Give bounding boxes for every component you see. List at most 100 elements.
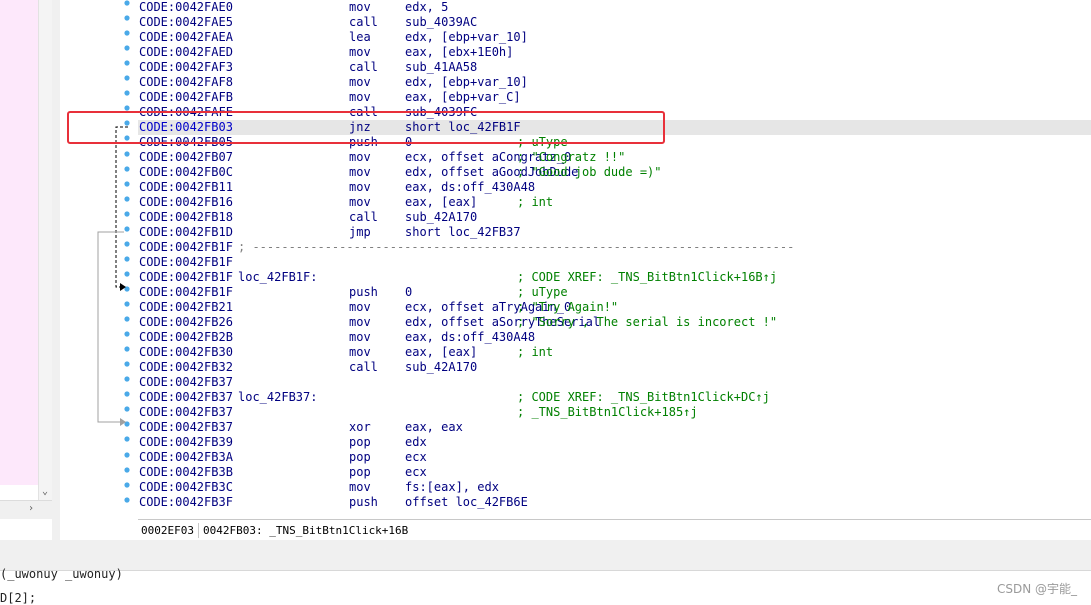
code-line[interactable]: CODE:0042FB11 mov eax, ds:off_430A48 (138, 180, 1091, 195)
line-address[interactable]: CODE:0042FB3C (139, 480, 233, 495)
instruction-operands[interactable]: edx, [ebp+var_10] (405, 75, 528, 90)
instruction-operands[interactable]: eax, ds:off_430A48 (405, 330, 535, 345)
line-address[interactable]: CODE:0042FB1D (139, 225, 233, 240)
instruction-operands[interactable]: fs:[eax], edx (405, 480, 499, 495)
line-address[interactable]: CODE:0042FB3F (139, 495, 233, 510)
code-line[interactable]: CODE:0042FAE0 mov edx, 5 (138, 0, 1091, 15)
code-line[interactable]: CODE:0042FB1F ; -------------------------… (138, 240, 1091, 255)
code-line[interactable]: CODE:0042FB0C mov edx, offset aGoodJobDude… (138, 165, 1091, 180)
code-label[interactable]: loc_42FB1F: (238, 270, 317, 285)
instruction-mnemonic[interactable]: xor (349, 420, 371, 435)
line-address[interactable]: CODE:0042FB37 (139, 390, 233, 405)
instruction-mnemonic[interactable]: mov (349, 45, 371, 60)
instruction-operands[interactable]: sub_41AA58 (405, 60, 477, 75)
instruction-mnemonic[interactable]: call (349, 210, 378, 225)
line-address[interactable]: CODE:0042FB30 (139, 345, 233, 360)
instruction-mnemonic[interactable]: lea (349, 30, 371, 45)
code-line[interactable]: CODE:0042FB26 mov edx, offset aSorryTheSer… (138, 315, 1091, 330)
code-line[interactable]: CODE:0042FB39 pop edx (138, 435, 1091, 450)
instruction-mnemonic[interactable]: mov (349, 90, 371, 105)
line-address[interactable]: CODE:0042FB32 (139, 360, 233, 375)
instruction-mnemonic[interactable]: mov (349, 195, 371, 210)
line-address[interactable]: CODE:0042FB21 (139, 300, 233, 315)
instruction-operands[interactable]: sub_4039AC (405, 15, 477, 30)
code-line[interactable]: CODE:0042FB1F loc_42FB1F: ; CODE XREF: _TN… (138, 270, 1091, 285)
code-label[interactable]: loc_42FB37: (238, 390, 317, 405)
chevron-right-icon[interactable]: › (24, 501, 38, 517)
instruction-mnemonic[interactable]: call (349, 60, 378, 75)
code-line[interactable]: CODE:0042FB3A pop ecx (138, 450, 1091, 465)
instruction-mnemonic[interactable]: mov (349, 165, 371, 180)
line-address[interactable]: CODE:0042FB37 (139, 420, 233, 435)
instruction-operands[interactable]: sub_42A170 (405, 360, 477, 375)
instruction-operands[interactable]: 0 (405, 285, 412, 300)
code-line[interactable]: CODE:0042FB3B pop ecx (138, 465, 1091, 480)
chevron-down-icon[interactable]: ⌄ (38, 485, 52, 499)
line-address[interactable]: CODE:0042FB0C (139, 165, 233, 180)
line-address[interactable]: CODE:0042FB16 (139, 195, 233, 210)
instruction-operands[interactable]: offset loc_42FB6E (405, 495, 528, 510)
instruction-mnemonic[interactable]: mov (349, 345, 371, 360)
code-line[interactable]: CODE:0042FB21 mov ecx, offset aTryAgain_0;… (138, 300, 1091, 315)
instruction-mnemonic[interactable]: mov (349, 330, 371, 345)
line-address[interactable]: CODE:0042FAED (139, 45, 233, 60)
line-address[interactable]: CODE:0042FAE0 (139, 0, 233, 15)
code-line[interactable]: CODE:0042FB37 xor eax, eax (138, 420, 1091, 435)
code-line[interactable]: CODE:0042FB2B mov eax, ds:off_430A48 (138, 330, 1091, 345)
line-address[interactable]: CODE:0042FB2B (139, 330, 233, 345)
code-line[interactable]: CODE:0042FAF3 call sub_41AA58 (138, 60, 1091, 75)
line-address[interactable]: CODE:0042FB07 (139, 150, 233, 165)
instruction-mnemonic[interactable]: jmp (349, 225, 371, 240)
instruction-operands[interactable]: eax, [eax] (405, 345, 477, 360)
code-line[interactable]: CODE:0042FB18 call sub_42A170 (138, 210, 1091, 225)
instruction-operands[interactable]: edx, [ebp+var_10] (405, 30, 528, 45)
splitter[interactable] (52, 0, 60, 540)
instruction-mnemonic[interactable]: mov (349, 150, 371, 165)
line-address[interactable]: CODE:0042FAF8 (139, 75, 233, 90)
instruction-mnemonic[interactable]: mov (349, 480, 371, 495)
line-address[interactable]: CODE:0042FB11 (139, 180, 233, 195)
code-line[interactable]: CODE:0042FB37 (138, 375, 1091, 390)
instruction-mnemonic[interactable]: mov (349, 0, 371, 15)
instruction-operands[interactable]: edx, 5 (405, 0, 448, 15)
instruction-operands[interactable]: eax, ds:off_430A48 (405, 180, 535, 195)
instruction-operands[interactable]: ecx (405, 450, 427, 465)
line-address[interactable]: CODE:0042FB26 (139, 315, 233, 330)
line-address[interactable]: CODE:0042FB37 (139, 375, 233, 390)
line-address[interactable]: CODE:0042FB1F (139, 285, 233, 300)
code-line[interactable]: CODE:0042FAFB mov eax, [ebp+var_C] (138, 90, 1091, 105)
line-address[interactable]: CODE:0042FB37 (139, 405, 233, 420)
line-address[interactable]: CODE:0042FAEA (139, 30, 233, 45)
instruction-operands[interactable]: short loc_42FB37 (405, 225, 521, 240)
instruction-mnemonic[interactable]: pop (349, 450, 371, 465)
code-line[interactable]: CODE:0042FB37 loc_42FB37: ; CODE XREF: _TN… (138, 390, 1091, 405)
line-address[interactable]: CODE:0042FAFB (139, 90, 233, 105)
instruction-mnemonic[interactable]: mov (349, 300, 371, 315)
instruction-operands[interactable]: eax, [ebp+var_C] (405, 90, 521, 105)
instruction-mnemonic[interactable]: call (349, 360, 378, 375)
code-line[interactable]: CODE:0042FAF8 mov edx, [ebp+var_10] (138, 75, 1091, 90)
code-line[interactable]: CODE:0042FB07 mov ecx, offset aCongratz_0;… (138, 150, 1091, 165)
instruction-mnemonic[interactable]: pop (349, 435, 371, 450)
code-line[interactable]: CODE:0042FB3C mov fs:[eax], edx (138, 480, 1091, 495)
instruction-mnemonic[interactable]: call (349, 15, 378, 30)
code-line[interactable]: CODE:0042FAED mov eax, [ebx+1E0h] (138, 45, 1091, 60)
line-address[interactable]: CODE:0042FB1F (139, 270, 233, 285)
code-line[interactable]: CODE:0042FB32 call sub_42A170 (138, 360, 1091, 375)
code-line[interactable]: CODE:0042FB30 mov eax, [eax] ; int (138, 345, 1091, 360)
instruction-operands[interactable]: edx (405, 435, 427, 450)
left-vertical-scrollbar[interactable] (38, 0, 53, 500)
instruction-operands[interactable]: eax, eax (405, 420, 463, 435)
code-line[interactable]: CODE:0042FB1F (138, 255, 1091, 270)
instruction-mnemonic[interactable]: push (349, 495, 378, 510)
line-address[interactable]: CODE:0042FB1F (139, 240, 233, 255)
instruction-operands[interactable]: eax, [ebx+1E0h] (405, 45, 513, 60)
instruction-mnemonic[interactable]: mov (349, 180, 371, 195)
line-address[interactable]: CODE:0042FB18 (139, 210, 233, 225)
code-line[interactable]: CODE:0042FB1D jmp short loc_42FB37 (138, 225, 1091, 240)
code-line[interactable]: CODE:0042FB16 mov eax, [eax] ; int (138, 195, 1091, 210)
instruction-operands[interactable]: eax, [eax] (405, 195, 477, 210)
instruction-mnemonic[interactable]: pop (349, 465, 371, 480)
code-line[interactable]: CODE:0042FAE5 call sub_4039AC (138, 15, 1091, 30)
code-line[interactable]: CODE:0042FB37 ; _TNS_BitBtn1Click+185↑j (138, 405, 1091, 420)
